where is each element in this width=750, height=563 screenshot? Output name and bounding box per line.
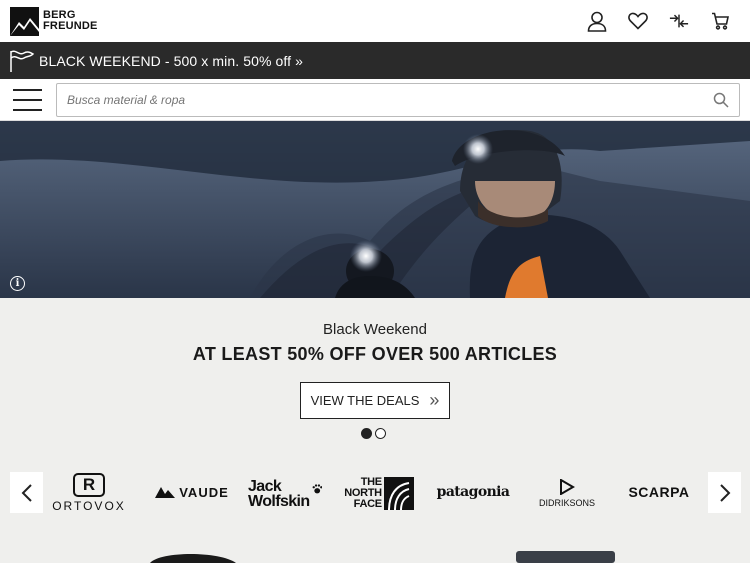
chevron-left-icon xyxy=(21,483,32,502)
search-bar-row xyxy=(0,79,750,121)
brand-logo-vaude[interactable]: VAUDE xyxy=(150,482,234,502)
user-icon[interactable] xyxy=(587,10,607,32)
brand-logo-didriksons[interactable]: DIDRIKSONS xyxy=(530,476,604,510)
banner-subtitle: Black Weekend xyxy=(323,321,427,338)
carousel-dots xyxy=(361,428,386,439)
flag-icon xyxy=(9,48,35,74)
banner-title: AT LEAST 50% OFF OVER 500 ARTICLES xyxy=(192,344,558,364)
search-input[interactable] xyxy=(67,93,667,107)
brand-logo-the-north-face[interactable]: THE NORTH FACE xyxy=(340,474,418,512)
bergfreunde-logo[interactable]: BERG FREUNDE xyxy=(10,6,98,36)
brand-name: patagonia xyxy=(436,484,510,500)
brands-next-button[interactable] xyxy=(708,472,741,513)
carousel-dot-1[interactable] xyxy=(361,428,372,439)
search-box[interactable] xyxy=(56,83,740,117)
logo-wordmark: BERG FREUNDE xyxy=(43,10,98,32)
brand-logo-jack-wolfskin[interactable]: Jack Wolfskin xyxy=(248,476,322,512)
brands-prev-button[interactable] xyxy=(10,472,43,513)
jack-wolfskin-wordmark: Jack Wolfskin xyxy=(248,478,310,510)
paw-icon xyxy=(312,484,322,494)
double-chevron-icon: » xyxy=(429,390,440,410)
logo-line2: FREUNDE xyxy=(43,20,98,32)
brand-name: ORTOVOX xyxy=(52,499,126,513)
info-icon[interactable]: i xyxy=(10,276,25,291)
ortovox-mark-icon: R xyxy=(73,473,105,497)
didriksons-mark-icon xyxy=(560,478,575,495)
brand-name-line1: Jack xyxy=(248,478,282,495)
brand-logo-ortovox[interactable]: R ORTOVOX xyxy=(48,472,130,514)
hero-photo xyxy=(0,121,750,298)
view-deals-label: VIEW THE DEALS xyxy=(310,393,420,408)
search-icon[interactable] xyxy=(713,92,729,113)
brand-name: DIDRIKSONS xyxy=(538,497,595,508)
carousel-dot-2[interactable] xyxy=(375,428,386,439)
heart-icon[interactable] xyxy=(628,10,648,32)
brand-name-line1: THE xyxy=(360,475,382,488)
brand-name-line3: FACE xyxy=(353,497,382,510)
compare-icon[interactable] xyxy=(669,10,689,32)
hero-image[interactable]: i xyxy=(0,121,750,298)
vaude-mountain-icon xyxy=(155,487,176,498)
chevron-right-icon xyxy=(719,483,730,502)
header-actions xyxy=(587,10,730,32)
cart-icon[interactable] xyxy=(710,10,730,32)
promo-bar[interactable]: BLACK WEEKEND - 500 x min. 50% off » xyxy=(0,42,750,79)
menu-icon[interactable] xyxy=(13,89,42,111)
brand-name: SCARPA xyxy=(628,484,690,500)
brand-name-line2: NORTH xyxy=(344,486,382,499)
campaign-banner: Black Weekend AT LEAST 50% OFF OVER 500 … xyxy=(0,298,750,563)
brand-logo-patagonia[interactable]: patagonia xyxy=(432,482,514,502)
product-teasers xyxy=(150,551,615,563)
view-deals-button[interactable]: VIEW THE DEALS » xyxy=(300,382,450,419)
brand-logo-scarpa[interactable]: SCARPA xyxy=(618,482,700,502)
brand-name: VAUDE xyxy=(179,484,229,500)
brand-name-line2: Wolfskin xyxy=(248,493,310,510)
tnf-wordmark: THE NORTH FACE xyxy=(344,475,382,510)
logo-mountain-icon xyxy=(10,6,39,36)
promo-text: BLACK WEEKEND - 500 x min. 50% off » xyxy=(39,52,304,69)
site-header: BERG FREUNDE xyxy=(0,0,750,42)
tnf-halfdome-icon xyxy=(383,476,414,510)
